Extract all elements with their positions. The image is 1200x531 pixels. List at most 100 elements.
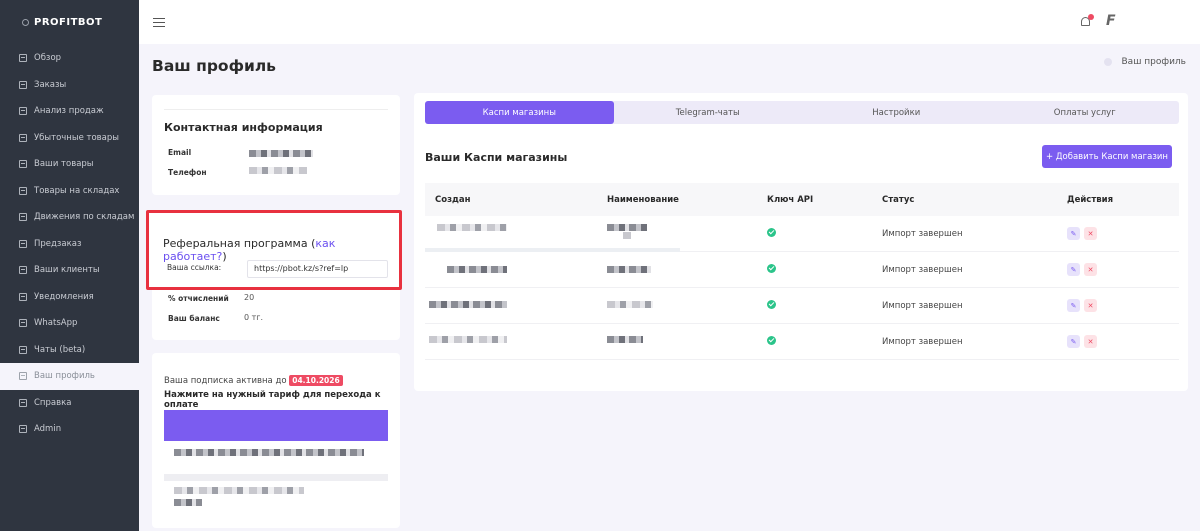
calendar-icon	[19, 107, 27, 116]
sidebar-item-label: Обзор	[34, 53, 62, 64]
referral-card: Реферальная программа (как работает?) Ва…	[146, 210, 402, 290]
tabs: Каспи магазины Telegram-чаты Настройки О…	[425, 101, 1179, 124]
breadcrumb: Ваш профиль	[1103, 57, 1187, 67]
hamburger-menu-icon[interactable]	[153, 17, 165, 27]
contact-title: Контактная информация	[164, 121, 323, 134]
col-status[interactable]: Статус	[882, 195, 1067, 205]
sidebar-item-orders[interactable]: Заказы	[0, 72, 139, 99]
table-row: Импорт завершен ✎ ✕	[425, 288, 1179, 324]
balance-value: 0 тг.	[244, 313, 264, 322]
stores-title: Ваши Каспи магазины	[425, 151, 568, 164]
name-redacted	[623, 232, 631, 239]
tariff-details-redacted	[174, 449, 364, 456]
sidebar-item-profile[interactable]: Ваш профиль	[0, 363, 139, 390]
notification-bell-icon[interactable]	[1080, 14, 1094, 28]
col-name[interactable]: Наименование	[597, 195, 767, 205]
calendar-icon	[19, 292, 27, 301]
subscription-instruction: Нажмите на нужный тариф для перехода к о…	[164, 390, 381, 410]
subscription-card: Ваша подписка активна до 04.10.2026 Нажм…	[152, 353, 400, 528]
edit-icon[interactable]: ✎	[1067, 335, 1080, 348]
calendar-icon	[19, 80, 27, 89]
delete-icon[interactable]: ✕	[1084, 335, 1097, 348]
stores-table: Создан Наименование Ключ API Статус Дейс…	[425, 183, 1179, 360]
tariff-option[interactable]	[164, 474, 388, 481]
check-circle-icon	[767, 299, 776, 309]
tab-telegram-chats[interactable]: Telegram-чаты	[614, 101, 803, 124]
col-api-key[interactable]: Ключ API	[767, 195, 882, 205]
balance-label: Ваш баланс	[168, 314, 220, 323]
phone-value-redacted	[249, 167, 307, 174]
check-circle-icon	[767, 335, 776, 345]
sidebar-item-unprofitable[interactable]: Убыточные товары	[0, 125, 139, 152]
tariff-details-redacted	[174, 487, 304, 494]
tariff-option-selected[interactable]	[164, 410, 388, 441]
calendar-icon	[19, 133, 27, 142]
sidebar-item-label: Анализ продаж	[34, 106, 104, 117]
sidebar-item-overview[interactable]: Обзор	[0, 45, 139, 72]
sidebar-item-movements[interactable]: Движения по складам	[0, 204, 139, 231]
delete-icon[interactable]: ✕	[1084, 263, 1097, 276]
add-kaspi-store-button[interactable]: + Добавить Каспи магазин	[1042, 145, 1172, 168]
percent-value: 20	[244, 293, 255, 302]
status-text: Импорт завершен	[882, 228, 963, 239]
home-icon[interactable]	[1103, 58, 1112, 66]
edit-icon[interactable]: ✎	[1067, 299, 1080, 312]
sidebar-item-whatsapp[interactable]: WhatsApp	[0, 310, 139, 337]
subscription-status: Ваша подписка активна до 04.10.2026	[164, 375, 343, 386]
sidebar-item-notifications[interactable]: Уведомления	[0, 284, 139, 311]
brand-logo[interactable]: PROFITBOT	[0, 0, 139, 44]
status-text: Импорт завершен	[882, 300, 963, 311]
sidebar-item-label: Справка	[34, 397, 72, 408]
sidebar-item-products[interactable]: Ваши товары	[0, 151, 139, 178]
name-redacted	[607, 224, 647, 231]
sidebar-item-preorder[interactable]: Предзаказ	[0, 231, 139, 258]
sidebar-item-chats[interactable]: Чаты (beta)	[0, 337, 139, 364]
sidebar-nav: Обзор Заказы Анализ продаж Убыточные тов…	[0, 44, 139, 443]
sidebar-item-sales-analysis[interactable]: Анализ продаж	[0, 98, 139, 125]
check-circle-icon	[767, 263, 776, 273]
calendar-icon	[19, 345, 27, 354]
edit-icon[interactable]: ✎	[1067, 263, 1080, 276]
brand-name: PROFITBOT	[34, 16, 103, 28]
created-redacted	[437, 224, 507, 231]
sidebar-item-clients[interactable]: Ваши клиенты	[0, 257, 139, 284]
referral-link-input[interactable]: https://pbot.kz/s?ref=lp	[247, 260, 388, 278]
sidebar-item-label: Ваши клиенты	[34, 265, 100, 276]
delete-icon[interactable]: ✕	[1084, 227, 1097, 240]
email-value-redacted	[249, 150, 313, 157]
calendar-icon	[19, 319, 27, 328]
sidebar-item-help[interactable]: Справка	[0, 390, 139, 417]
sidebar-item-label: Движения по складам	[34, 212, 135, 223]
sidebar-item-label: Чаты (beta)	[34, 344, 86, 355]
edit-icon[interactable]: ✎	[1067, 227, 1080, 240]
tab-kaspi-stores[interactable]: Каспи магазины	[425, 101, 614, 124]
check-circle-icon	[767, 227, 776, 237]
logo-icon	[22, 18, 29, 26]
divider	[164, 109, 388, 110]
tariff-details-redacted	[174, 499, 202, 506]
calendar-icon	[19, 266, 27, 275]
tab-settings[interactable]: Настройки	[802, 101, 991, 124]
tab-payments[interactable]: Оплаты услуг	[991, 101, 1180, 124]
user-avatar-icon[interactable]: F	[1106, 13, 1120, 29]
created-redacted	[429, 301, 507, 308]
breadcrumb-current: Ваш профиль	[1121, 57, 1187, 67]
delete-icon[interactable]: ✕	[1084, 299, 1097, 312]
calendar-icon	[19, 213, 27, 222]
table-row: Импорт завершен ✎ ✕	[425, 216, 1179, 252]
topbar: F	[139, 0, 1200, 44]
sidebar-item-admin[interactable]: Admin	[0, 416, 139, 443]
sidebar-item-label: Предзаказ	[34, 238, 82, 249]
sidebar-item-label: Уведомления	[34, 291, 94, 302]
col-created[interactable]: Создан	[425, 195, 597, 205]
email-label: Email	[168, 148, 192, 157]
status-text: Импорт завершен	[882, 264, 963, 275]
phone-label: Телефон	[168, 168, 207, 177]
name-redacted	[607, 301, 653, 308]
percent-label: % отчислений	[168, 294, 229, 303]
status-text: Импорт завершен	[882, 336, 963, 347]
calendar-icon	[19, 372, 27, 381]
notification-badge	[1088, 14, 1094, 20]
sidebar-item-stock[interactable]: Товары на складах	[0, 178, 139, 205]
document-icon	[19, 398, 27, 407]
